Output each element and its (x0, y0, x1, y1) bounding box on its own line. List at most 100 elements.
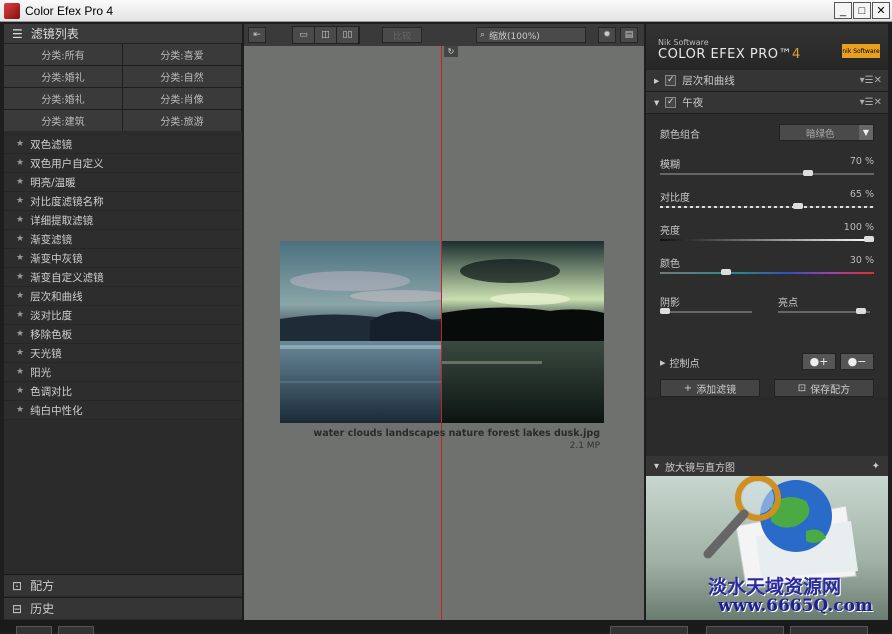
category-button[interactable]: 分类:喜爱 (123, 44, 241, 65)
history-section[interactable]: ⊟ 历史 (4, 597, 242, 619)
chevron-right-icon[interactable]: ▸ (654, 75, 659, 87)
close-button[interactable]: ✕ (872, 2, 890, 19)
help-button[interactable] (58, 626, 94, 634)
star-icon[interactable]: ★ (16, 291, 24, 301)
list-item[interactable]: ★ 双色滤镜 (4, 135, 242, 154)
list-item[interactable]: ★ 移除色板 (4, 325, 242, 344)
save-button[interactable] (790, 626, 868, 634)
compare-button[interactable]: 比较 (382, 27, 422, 43)
slider-thumb[interactable] (721, 269, 732, 275)
slider-thumb[interactable] (864, 236, 874, 242)
star-icon[interactable]: ★ (16, 177, 24, 187)
star-icon[interactable]: ★ (16, 329, 24, 339)
brand-header: Nik Software COLOR EFEX PRO™4 nik Softwa… (646, 24, 888, 70)
chevron-down-icon[interactable]: ▾ (654, 461, 659, 472)
list-item[interactable]: ★ 层次和曲线 (4, 287, 242, 306)
background-color-icon[interactable]: ▤ (620, 27, 638, 43)
list-item[interactable]: ★ 双色用户自定义 (4, 154, 242, 173)
filter-label: 双色用户自定义 (30, 157, 104, 170)
loupe-histogram-header[interactable]: ▾ 放大镜与直方图 ✦ (646, 456, 888, 476)
preview-canvas[interactable]: ↻ water clouds landscapes nature forest … (244, 46, 644, 620)
chevron-down-icon[interactable]: ▾ (654, 97, 659, 109)
star-icon[interactable]: ★ (16, 367, 24, 377)
category-button[interactable]: 分类:建筑 (4, 110, 122, 131)
star-icon[interactable]: ★ (16, 348, 24, 358)
preview-image[interactable] (280, 241, 604, 423)
pin-icon[interactable]: ✦ (872, 461, 880, 472)
star-icon[interactable]: ★ (16, 139, 24, 149)
category-button[interactable]: 分类:自然 (123, 66, 241, 87)
color-set-dropdown[interactable]: 暗绿色 ▼ (779, 124, 874, 141)
list-item[interactable]: ★ 明亮/温暖 (4, 173, 242, 192)
category-button[interactable]: 分类:肖像 (123, 88, 241, 109)
shadows-highlights-row: 阴影 亮点 (660, 292, 874, 325)
list-item[interactable]: ★ 纯白中性化 (4, 401, 242, 420)
category-button[interactable]: 分类:婚礼 (4, 66, 122, 87)
list-item[interactable]: ★ 渐变自定义滤镜 (4, 268, 242, 287)
list-item[interactable]: ★ 色调对比 (4, 382, 242, 401)
single-view-button[interactable]: ▭ (293, 27, 315, 43)
star-icon[interactable]: ★ (16, 310, 24, 320)
highlights-slider[interactable] (778, 308, 870, 314)
slider-thumb[interactable] (855, 308, 866, 314)
minimize-button[interactable]: _ (834, 2, 852, 19)
list-item[interactable]: ★ 渐变中灰镜 (4, 249, 242, 268)
star-icon[interactable]: ★ (16, 253, 24, 263)
blur-row: 模糊 70 % (660, 154, 874, 187)
brightness-slider[interactable] (660, 236, 874, 242)
brush-button[interactable] (610, 626, 688, 634)
list-item[interactable]: ★ 详细提取滤镜 (4, 211, 242, 230)
hide-panel-button[interactable]: ⇤ (248, 27, 266, 43)
add-control-point-button[interactable]: ●+ (802, 353, 836, 370)
enable-checkbox[interactable]: ✓ (665, 97, 677, 108)
star-icon[interactable]: ★ (16, 272, 24, 282)
list-item[interactable]: ★ 淡对比度 (4, 306, 242, 325)
zoom-button[interactable]: ⌕ 缩放(100%) (476, 27, 586, 43)
settings-button[interactable] (16, 626, 52, 634)
percent-sign: % (864, 156, 874, 167)
star-icon[interactable]: ★ (16, 386, 24, 396)
category-button[interactable]: 分类:所有 (4, 44, 122, 65)
blur-slider[interactable] (660, 170, 874, 176)
section-midnight[interactable]: ▾ ✓ 午夜 ▾☰✕ (646, 92, 888, 114)
list-item[interactable]: ★ 渐变滤镜 (4, 230, 242, 249)
maximize-button[interactable]: □ (853, 2, 871, 19)
contrast-slider[interactable] (660, 203, 874, 209)
star-icon[interactable]: ★ (16, 234, 24, 244)
control-points-label: 控制点 (669, 358, 700, 370)
section-menu-close-icon[interactable]: ▾☰✕ (860, 97, 882, 108)
filter-label: 渐变自定义滤镜 (30, 271, 104, 284)
color-slider[interactable] (660, 269, 874, 275)
star-icon[interactable]: ★ (16, 405, 24, 415)
section-menu-close-icon[interactable]: ▾☰✕ (860, 75, 882, 86)
list-item[interactable]: ★ 对比度滤镜名称 (4, 192, 242, 211)
list-item[interactable]: ★ 天光镜 (4, 344, 242, 363)
list-item[interactable]: ★ 阳光 (4, 363, 242, 382)
star-icon[interactable]: ★ (16, 196, 24, 206)
slider-thumb[interactable] (792, 203, 803, 209)
remove-control-point-button[interactable]: ●− (840, 353, 874, 370)
section-levels-curves[interactable]: ▸ ✓ 层次和曲线 ▾☰✕ (646, 70, 888, 92)
nik-logo: nik Software (842, 44, 880, 58)
chevron-right-icon[interactable]: ▸ (660, 356, 666, 369)
split-line[interactable] (441, 46, 442, 620)
filter-label: 色调对比 (30, 385, 73, 398)
save-recipe-button[interactable]: ⊡ 保存配方 (774, 379, 874, 397)
category-button[interactable]: 分类:旅游 (123, 110, 241, 131)
slider-thumb[interactable] (660, 308, 670, 314)
star-icon[interactable]: ★ (16, 158, 24, 168)
cancel-button[interactable] (706, 626, 784, 634)
slider-thumb[interactable] (802, 170, 813, 176)
lightbulb-icon[interactable]: ✹ (598, 27, 616, 43)
recipes-section[interactable]: ⊡ 配方 (4, 574, 242, 596)
enable-checkbox[interactable]: ✓ (665, 75, 677, 86)
rotate-split-icon[interactable]: ↻ (444, 46, 458, 57)
filter-list-header[interactable]: ☰ 滤镜列表 (4, 24, 242, 44)
side-by-side-button[interactable]: ▯▯ (337, 27, 359, 43)
shadows-slider[interactable] (660, 308, 752, 314)
star-icon[interactable]: ★ (16, 215, 24, 225)
add-filter-button[interactable]: + 添加滤镜 (660, 379, 760, 397)
split-view-button[interactable]: ◫ (315, 27, 337, 43)
category-button[interactable]: 分类:婚礼 (4, 88, 122, 109)
image-filename: water clouds landscapes nature forest la… (313, 428, 600, 439)
